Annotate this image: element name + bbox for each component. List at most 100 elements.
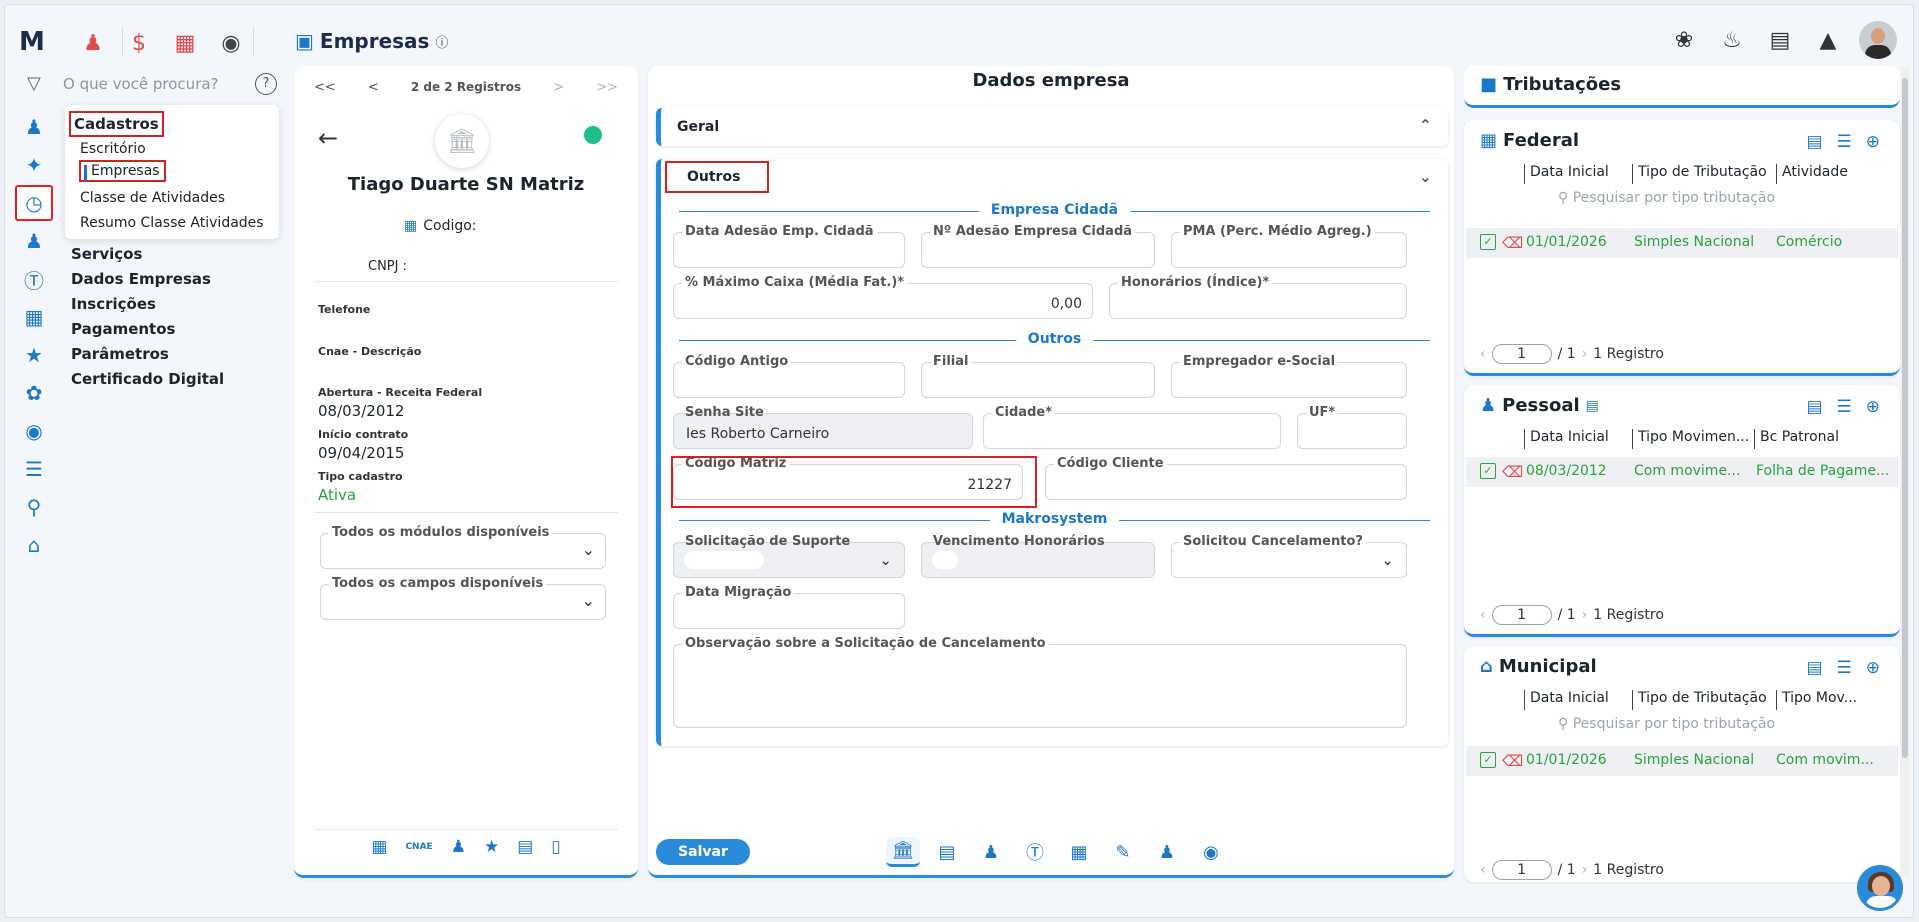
nav-dados-empresas[interactable]: Dados Empresas [71,270,224,295]
people-icon[interactable]: ♟ [73,25,113,61]
solicitacao-suporte-select[interactable]: Solicitação de Suporte ⌄ [673,534,905,578]
col-data-inicial[interactable]: Data Inicial [1524,690,1609,710]
honorarios-field[interactable]: Honorários (Índice)* [1109,275,1407,319]
user-avatar[interactable] [1859,21,1897,59]
nav-certificado-digital[interactable]: Certificado Digital [71,370,224,395]
senha-site-field[interactable]: Senha Site Ies Roberto Carneiro [673,405,973,449]
municipal-search[interactable]: ⚲ Pesquisar por tipo tributação [1558,716,1775,732]
observacao-textarea[interactable]: Observação sobre a Solicitação de Cancel… [673,636,1407,728]
num-adesao-field[interactable]: Nº Adesão Empresa Cidadã [921,224,1155,268]
puzzle-icon[interactable]: ❀ [1667,21,1701,59]
col-tipo-mov[interactable]: Tipo Mov... [1775,690,1857,710]
grid-calc-icon[interactable]: ▦ [165,25,205,61]
filial-field[interactable]: Filial [921,354,1155,398]
page-scrollbar[interactable] [1901,66,1909,878]
data-adesao-field[interactable]: Data Adesão Emp. Cidadã [673,224,905,268]
checkbox[interactable]: ✓ [1480,752,1496,768]
app-logo[interactable]: M [19,27,45,57]
support-avatar[interactable] [1857,865,1903,911]
col-bc-patronal[interactable]: Bc Patronal [1754,429,1839,449]
document-edit-icon[interactable]: ✎ [1106,837,1140,867]
group-icon[interactable]: ♟ [1150,837,1184,867]
clock-icon[interactable]: ◷ [15,185,53,221]
codigo-antigo-field[interactable]: Código Antigo [673,354,905,398]
nav-servicos[interactable]: Serviços [71,245,224,270]
add-icon[interactable]: ⊕ [1866,132,1880,152]
nav-pagamentos[interactable]: Pagamentos [71,320,224,345]
list-icon[interactable]: ☰ [1837,658,1852,678]
menu-header-cadastros[interactable]: Cadastros [69,111,164,137]
info-icon[interactable]: ⓘ [435,32,448,51]
data-migracao-field[interactable]: Data Migração [673,585,905,629]
pma-field[interactable]: PMA (Perc. Médio Agreg.) [1171,224,1407,268]
help-icon[interactable]: ? [255,73,277,95]
back-arrow-icon[interactable]: ← [318,124,338,152]
search-icon[interactable]: ⚲ [15,489,53,525]
uf-field[interactable]: UF* [1297,405,1407,449]
handshake-icon[interactable]: ✦ [15,147,53,183]
id-card-icon[interactable]: ▤ [930,837,964,867]
calculator-icon[interactable]: ▦ [1062,837,1096,867]
geral-section[interactable]: Geral ⌃ [656,108,1448,146]
money-bag-icon[interactable]: ◉ [15,413,53,449]
people-icon[interactable]: ♟ [974,837,1008,867]
transfer-icon[interactable]: ★ [484,837,499,857]
page-input[interactable]: 1 [1491,605,1552,625]
prev-page-button[interactable]: ‹ [1480,607,1486,623]
users-icon[interactable]: ♟ [15,223,53,259]
vencimento-honorarios-field[interactable]: Vencimento Honorários [921,534,1155,578]
prev-record-button[interactable]: < [368,80,379,95]
list-icon[interactable]: ☰ [1837,132,1852,152]
next-page-button[interactable]: › [1582,607,1588,623]
dollar-circle-icon[interactable]: Ⓣ [1018,837,1052,867]
col-data-inicial[interactable]: Data Inicial [1524,164,1609,184]
col-tipo-tributacao[interactable]: Tipo de Tributação [1632,690,1767,710]
calculator-icon[interactable]: ▦ [15,299,53,335]
save-button[interactable]: Salvar [656,839,750,865]
first-record-button[interactable]: << [314,80,336,95]
cidade-field[interactable]: Cidade* [983,405,1281,449]
building-outline-icon[interactable]: ▯ [551,837,560,857]
chevron-up-icon[interactable]: ⌃ [1419,116,1432,135]
col-atividade[interactable]: Atividade [1776,164,1848,184]
search-input[interactable]: O que você procura? [63,75,219,93]
trash-icon[interactable]: ⌫ [1502,234,1523,252]
next-page-button[interactable]: › [1582,346,1588,362]
nav-parametros[interactable]: Parâmetros [71,345,224,370]
scrollbar-thumb[interactable] [1902,78,1908,758]
bell-icon[interactable]: ♨ [1715,21,1749,59]
menu-item-resumo-classe[interactable]: Resumo Classe Atividades [80,215,264,231]
window-icon[interactable]: ▤ [517,837,533,857]
next-record-button[interactable]: > [553,80,564,95]
add-icon[interactable]: ⊕ [1866,397,1880,417]
menu-item-empresas[interactable]: Empresas [79,160,166,182]
calendar-icon[interactable]: ▦ [371,837,387,857]
menu-item-escritorio[interactable]: Escritório [80,141,146,157]
checkbox[interactable]: ✓ [1480,463,1496,479]
doc-search-icon[interactable]: ▤ [1806,658,1822,678]
chat-icon[interactable]: ◉ [1194,837,1228,867]
hand-users-icon[interactable]: ♟ [451,837,466,857]
home-icon[interactable]: ⌂ [15,527,53,563]
page-input[interactable]: 1 [1491,860,1552,880]
prev-page-button[interactable]: ‹ [1480,862,1486,878]
bank-tab-icon[interactable]: 🏛 [886,837,920,867]
chevron-down-icon[interactable]: ⌄ [1419,167,1432,186]
dollar-icon[interactable]: $ [119,25,159,61]
doc-search-icon[interactable]: ▤ [1806,132,1822,152]
campos-select[interactable]: Todos os campos disponíveis ⌄ [320,576,606,620]
solicitou-cancelamento-select[interactable]: Solicitou Cancelamento? ⌄ [1171,534,1407,578]
trash-icon[interactable]: ⌫ [1502,752,1523,770]
table-row[interactable]: ✓ ⌫ 08/03/2012 Com movime... Folha de Pag… [1466,457,1898,487]
doc-search-icon[interactable]: ▤ [1806,397,1822,417]
filter-icon[interactable]: ▽ [27,73,41,94]
dollar-circle-icon[interactable]: Ⓣ [15,261,53,297]
outros-header[interactable]: Outros [665,161,769,193]
table-row[interactable]: ✓ ⌫ 01/01/2026 Simples Nacional Com movim… [1466,746,1898,776]
money-bag-icon[interactable]: ◉ [211,25,251,61]
federal-search[interactable]: ⚲ Pesquisar por tipo tributação [1558,190,1775,206]
col-tipo-tributacao[interactable]: Tipo de Tributação [1632,164,1767,184]
codigo-cliente-field[interactable]: Código Cliente [1045,456,1407,500]
max-caixa-field[interactable]: % Máximo Caixa (Média Fat.)* 0,00 [673,275,1093,319]
nav-inscricoes[interactable]: Inscrições [71,295,224,320]
